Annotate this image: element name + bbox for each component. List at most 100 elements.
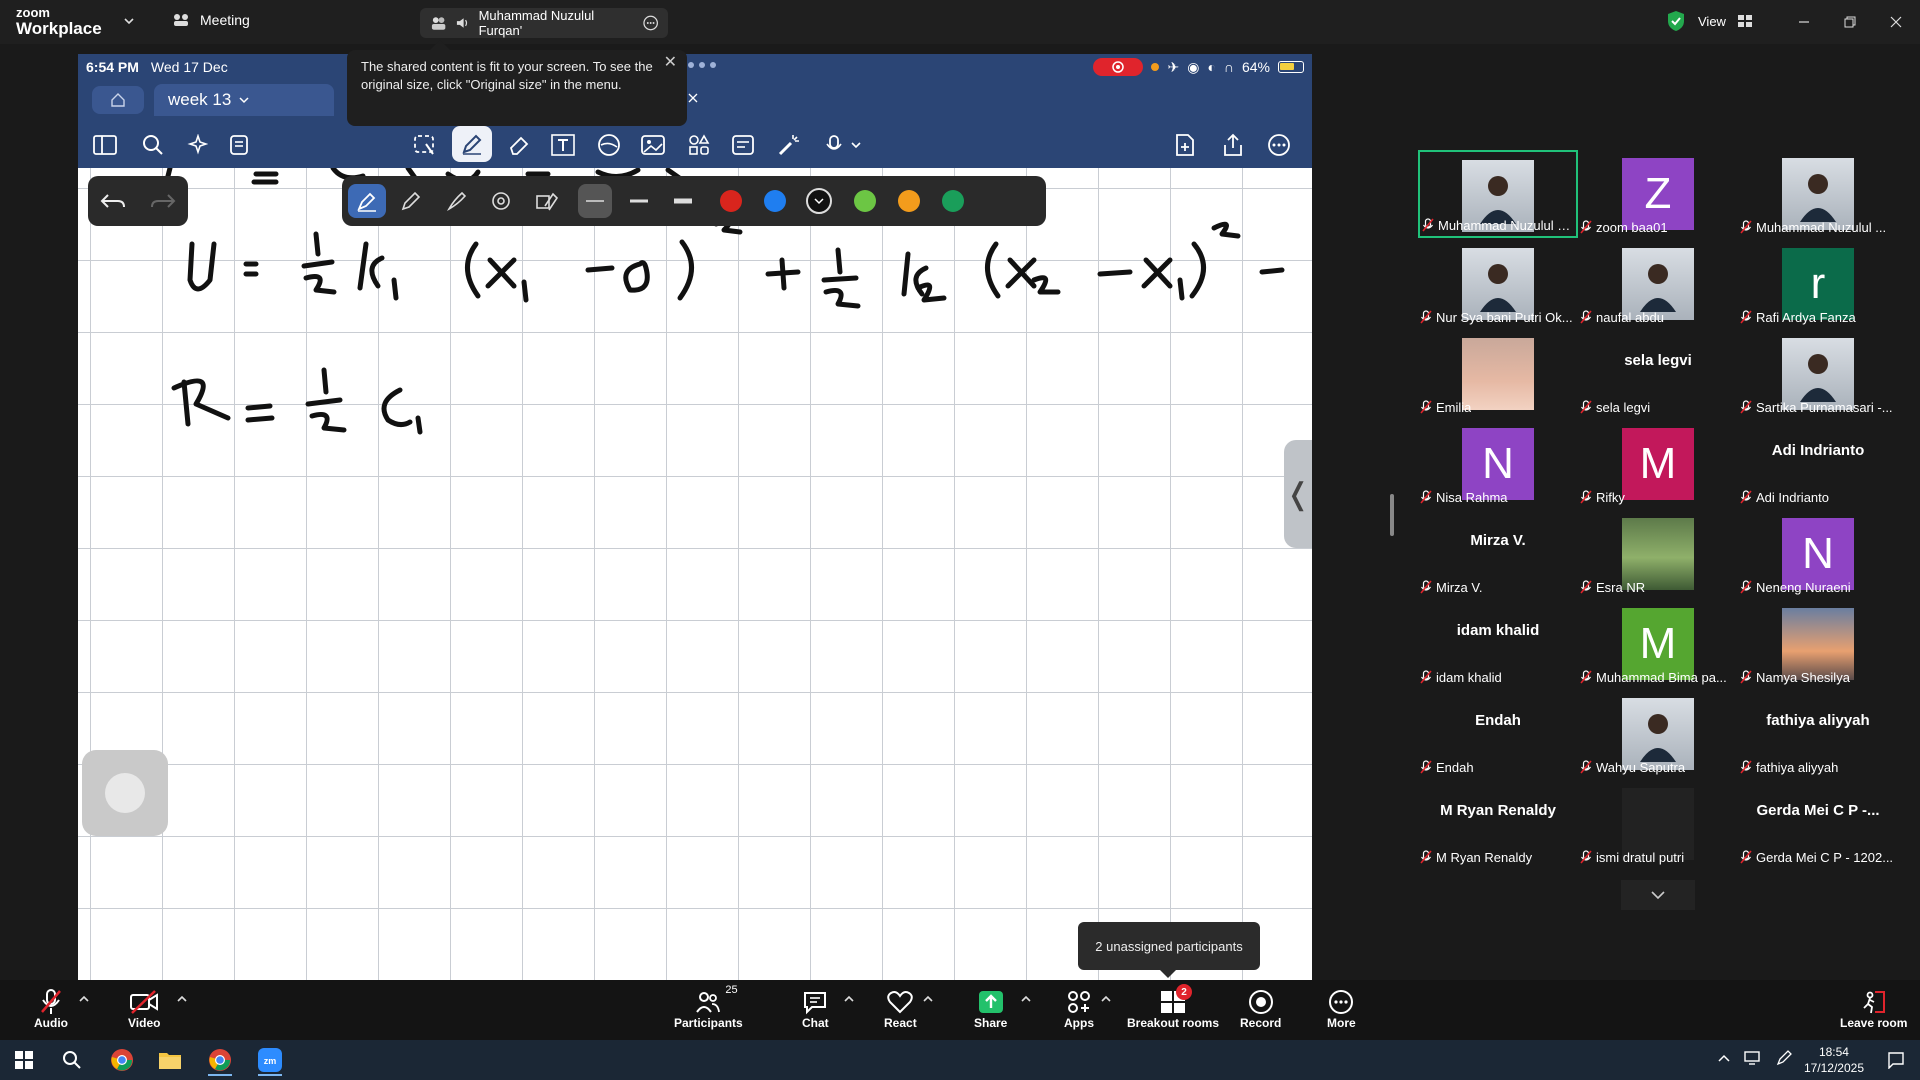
shape-pen-button[interactable]	[484, 184, 518, 218]
restore-button[interactable]	[1838, 10, 1862, 34]
stroke-thin-button[interactable]	[578, 184, 612, 218]
notice-close-button[interactable]: ✕	[664, 54, 677, 72]
sticky-note-button[interactable]	[728, 130, 758, 160]
participant-tile[interactable]: M Ryan Renaldy M Ryan Renaldy	[1418, 780, 1578, 868]
participant-tile[interactable]: Muhammad Nuzulul Fur...	[1418, 150, 1578, 238]
meeting-menu[interactable]: Meeting	[172, 12, 250, 28]
side-panel-handle[interactable]: ❬	[1284, 440, 1312, 548]
gallery-scrollbar[interactable]	[1390, 494, 1394, 536]
participant-tile[interactable]: Zzoom baa01	[1578, 150, 1738, 238]
color-blue-button[interactable]	[758, 184, 792, 218]
eraser-button[interactable]	[504, 130, 534, 160]
participant-tile[interactable]: N Nisa Rahma	[1418, 420, 1578, 508]
breakout-rooms-button[interactable]: 2 Breakout rooms	[1127, 984, 1219, 1030]
more-button[interactable]: More	[1327, 988, 1356, 1030]
tray-expand-icon[interactable]	[1718, 1053, 1730, 1063]
participant-tile[interactable]: M Rifky	[1578, 420, 1738, 508]
laser-pointer-button[interactable]	[774, 130, 804, 160]
shared-screen[interactable]: 6:54 PM Wed 17 Dec ✈ ◉ ◐ ∩ 64% week 13 ❬	[78, 54, 1312, 980]
close-tab-button[interactable]	[688, 90, 698, 108]
participant-tile[interactable]: Muhammad Nuzulul ...	[1738, 150, 1898, 238]
chat-options-caret-icon[interactable]	[843, 994, 855, 1004]
more-menu-button[interactable]	[1264, 130, 1294, 160]
add-page-button[interactable]	[1170, 130, 1200, 160]
minimize-button[interactable]	[1792, 10, 1816, 34]
apps-button[interactable]: Apps	[1064, 988, 1094, 1030]
undo-icon[interactable]	[100, 191, 126, 211]
participant-tile[interactable]: Namya Shesilya	[1738, 600, 1898, 688]
color-red-button[interactable]	[714, 184, 748, 218]
stroke-medium-button[interactable]	[622, 184, 656, 218]
participant-tile[interactable]: Mirza V. Mirza V.	[1418, 510, 1578, 598]
more-options-icon[interactable]	[643, 15, 658, 31]
pen-tool-button[interactable]	[452, 126, 492, 162]
assistive-touch-button[interactable]	[82, 750, 168, 836]
notifications-button[interactable]	[1876, 1044, 1916, 1076]
participant-tile[interactable]: Adi Indrianto Adi Indrianto	[1738, 420, 1898, 508]
tab-week-13[interactable]: week 13	[154, 84, 334, 116]
participant-tile[interactable]: Gerda Mei C P -... Gerda Mei C P - 1202..…	[1738, 780, 1898, 868]
outline-button[interactable]	[224, 130, 254, 160]
taskbar-search-button[interactable]	[52, 1044, 92, 1076]
participant-tile[interactable]: idam khalid idam khalid	[1418, 600, 1578, 688]
multitask-dots[interactable]	[688, 62, 716, 68]
leave-room-button[interactable]: Leave room	[1840, 988, 1907, 1030]
text-tool-button[interactable]	[548, 130, 578, 160]
audio-button[interactable]: Audio	[34, 988, 68, 1030]
participant-tile[interactable]: Esra NR	[1578, 510, 1738, 598]
stroke-thick-button[interactable]	[666, 184, 700, 218]
image-button[interactable]	[638, 130, 668, 160]
participant-tile[interactable]: Emilia	[1418, 330, 1578, 418]
apps-options-caret-icon[interactable]	[1100, 994, 1112, 1004]
export-button[interactable]	[1218, 130, 1248, 160]
participant-tile[interactable]: Wahyu Saputra	[1578, 690, 1738, 778]
close-window-button[interactable]	[1884, 10, 1908, 34]
participant-tile[interactable]: N Neneng Nuraeni	[1738, 510, 1898, 598]
participant-tile[interactable]: fathiya aliyyah fathiya aliyyah	[1738, 690, 1898, 778]
taskbar-zoom[interactable]: zm	[250, 1044, 290, 1076]
participant-tile[interactable]: naufal abdu	[1578, 240, 1738, 328]
video-button[interactable]: Video	[128, 988, 160, 1030]
participant-tile[interactable]: Nur Sya bani Putri Ok...	[1418, 240, 1578, 328]
participant-tile[interactable]: ismi dratul putri	[1578, 780, 1738, 868]
gallery-next-page-button[interactable]	[1621, 880, 1695, 910]
highlighter-button[interactable]	[530, 184, 564, 218]
taskbar-file-explorer[interactable]	[150, 1044, 190, 1076]
sticker-button[interactable]	[594, 130, 624, 160]
participant-tile[interactable]: r Rafi Ardya Fanza	[1738, 240, 1898, 328]
participant-tile[interactable]: M Muhammad Bima pa...	[1578, 600, 1738, 688]
react-options-caret-icon[interactable]	[922, 994, 934, 1004]
share-options-caret-icon[interactable]	[1020, 994, 1032, 1004]
ai-assist-button[interactable]	[182, 130, 212, 160]
taskbar-chrome[interactable]	[102, 1044, 142, 1076]
fountain-pen-button[interactable]	[348, 184, 386, 218]
lasso-select-button[interactable]	[410, 130, 440, 160]
start-button[interactable]	[4, 1044, 44, 1076]
video-options-caret-icon[interactable]	[176, 994, 188, 1004]
audio-record-button[interactable]	[822, 130, 866, 160]
taskbar-chrome-active[interactable]	[200, 1044, 240, 1076]
participant-tile[interactable]: Sartika Purnamasari -...	[1738, 330, 1898, 418]
color-black-button[interactable]	[802, 184, 836, 218]
share-button[interactable]: Share	[974, 988, 1007, 1030]
home-button[interactable]	[92, 86, 144, 114]
react-button[interactable]: React	[884, 988, 917, 1030]
record-button[interactable]: Record	[1240, 988, 1281, 1030]
audio-options-caret-icon[interactable]	[78, 994, 90, 1004]
sidebar-toggle-button[interactable]	[90, 130, 120, 160]
search-button[interactable]	[138, 130, 168, 160]
color-darkgreen-button[interactable]	[936, 184, 970, 218]
participant-tile[interactable]: sela legvi sela legvi	[1578, 330, 1738, 418]
color-orange-button[interactable]	[892, 184, 926, 218]
ballpoint-pen-button[interactable]	[394, 184, 428, 218]
shapes-button[interactable]	[684, 130, 714, 160]
redo-icon[interactable]	[150, 191, 176, 211]
taskbar-clock[interactable]: 18:54 17/12/2025	[1804, 1044, 1864, 1076]
color-green-button[interactable]	[848, 184, 882, 218]
brush-pen-button[interactable]	[440, 184, 474, 218]
chat-button[interactable]: Chat	[802, 988, 829, 1030]
participant-tile[interactable]: Endah Endah	[1418, 690, 1578, 778]
notes-page[interactable]	[78, 165, 1312, 980]
chevron-down-icon[interactable]	[122, 14, 136, 28]
participants-button[interactable]: 25 Participants	[674, 984, 743, 1030]
